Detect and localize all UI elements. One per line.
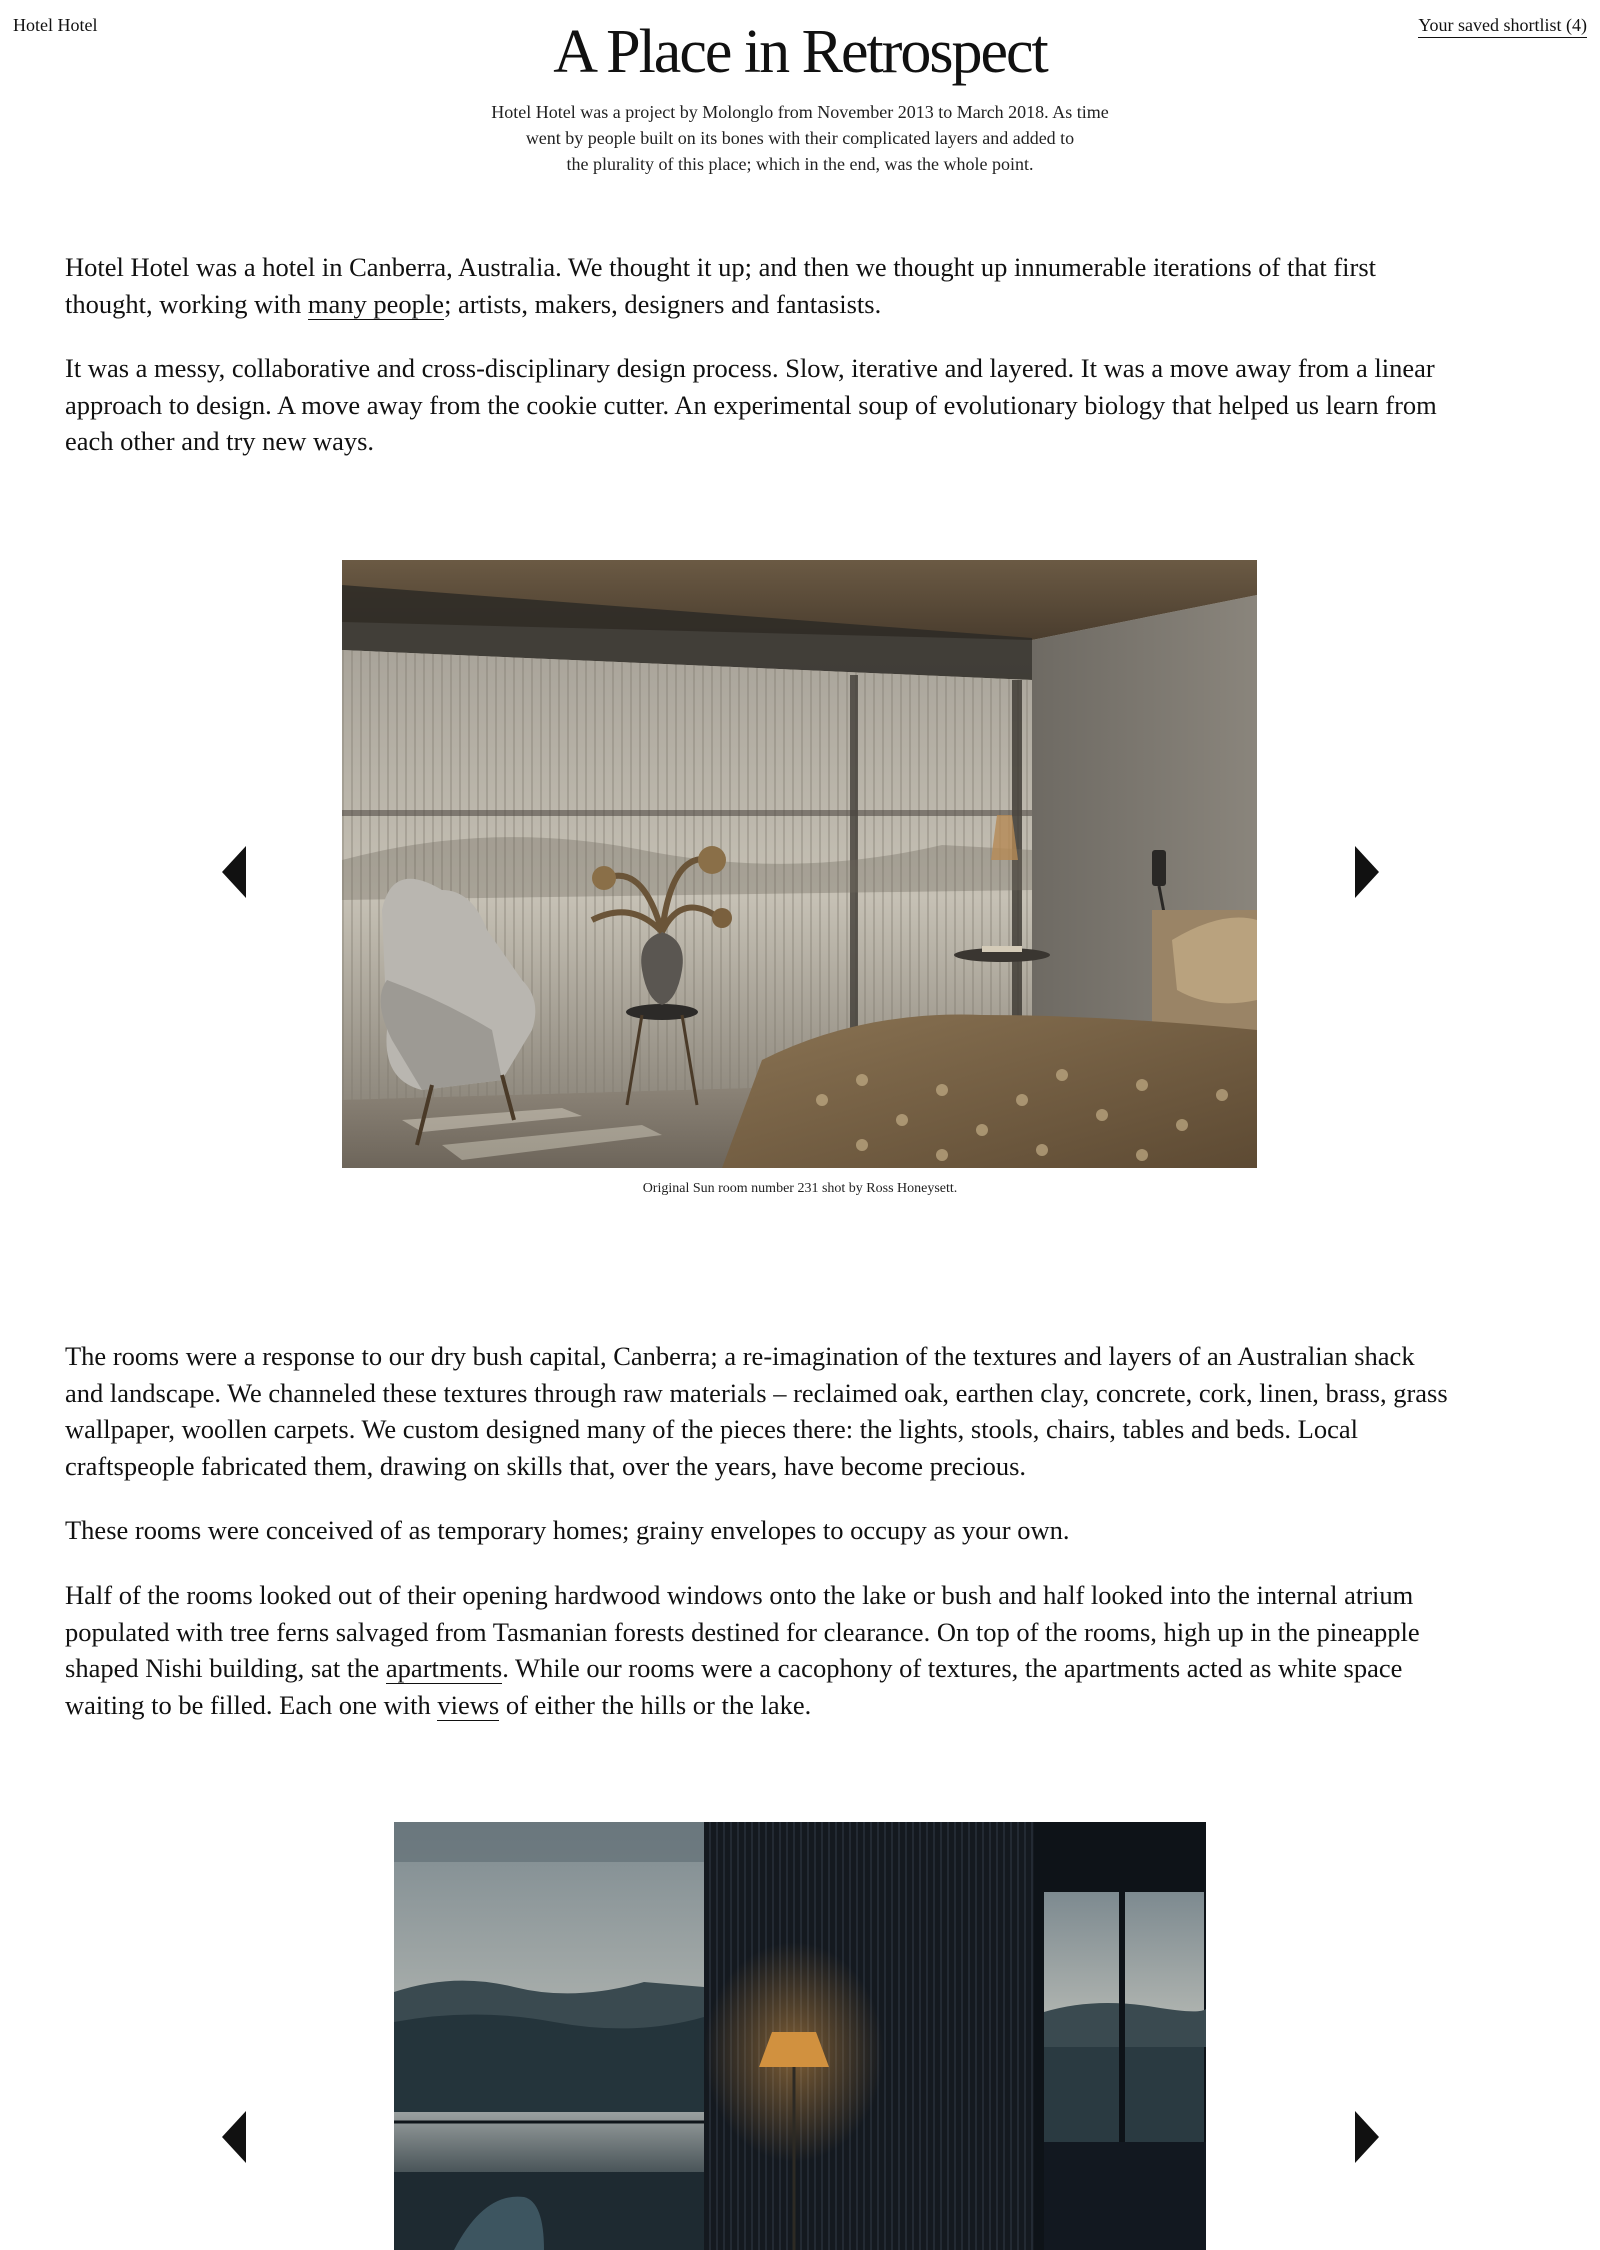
text-fragment: of either the hills or the lake. xyxy=(499,1689,812,1720)
text-fragment: thought, working with xyxy=(65,288,308,319)
paragraph-process: It was a messy, collaborative and cross-… xyxy=(65,350,1545,460)
gallery2-next-button[interactable] xyxy=(1355,2111,1379,2163)
text-line: Half of the rooms looked out of their op… xyxy=(65,1580,1414,1610)
intro-line: went by people built on its bones with t… xyxy=(525,128,1075,148)
triangle-right-icon xyxy=(1355,2111,1379,2163)
triangle-left-icon xyxy=(222,2111,246,2163)
triangle-left-icon xyxy=(222,846,246,898)
text-line: wallpaper, woollen carpets. We custom de… xyxy=(65,1414,1358,1444)
text-line: approach to design. A move away from the… xyxy=(65,389,1437,420)
photo-caption: Original Sun room number 231 shot by Ros… xyxy=(642,1181,958,1196)
gallery2-prev-button[interactable] xyxy=(222,2111,246,2163)
sun-room-illustration xyxy=(342,560,1257,1168)
text-line: thought, working with many people; artis… xyxy=(65,286,1545,323)
text-fragment: shaped Nishi building, sat the xyxy=(65,1653,386,1683)
text-line: and landscape. We channeled these textur… xyxy=(65,1377,1448,1408)
text-line: The rooms were a response to our dry bus… xyxy=(65,1341,1415,1371)
page-title: A Place in Retrospect xyxy=(553,18,1048,86)
text-line: Hotel Hotel was a hotel in Canberra, Aus… xyxy=(65,252,1377,282)
intro-line: the plurality of this place; which in th… xyxy=(566,154,1034,174)
text-line: each other and try new ways. xyxy=(65,426,375,456)
intro-text: Hotel Hotel was a project by Molonglo fr… xyxy=(430,99,1170,177)
gallery1-next-button[interactable] xyxy=(1355,846,1379,898)
text-line: populated with tree ferns salvaged from … xyxy=(65,1616,1420,1647)
text-line: It was a messy, collaborative and cross-… xyxy=(65,353,1435,383)
text-fragment: . While our rooms were a cacophony of te… xyxy=(502,1653,1403,1683)
paragraph-temporary-homes: These rooms were conceived of as tempora… xyxy=(65,1512,1545,1549)
paragraph-rooms: The rooms were a response to our dry bus… xyxy=(65,1338,1545,1484)
paragraph-apartments: Half of the rooms looked out of their op… xyxy=(65,1577,1545,1723)
gallery1-prev-button[interactable] xyxy=(222,846,246,898)
triangle-right-icon xyxy=(1355,846,1379,898)
apartment-view-photo xyxy=(394,1822,1206,2250)
many-people-link[interactable]: many people xyxy=(307,288,445,320)
text-line: waiting to be filled. Each one with view… xyxy=(65,1687,1545,1724)
sun-room-photo xyxy=(342,560,1257,1168)
intro-line: Hotel Hotel was a project by Molonglo fr… xyxy=(491,102,1109,122)
text-line: shaped Nishi building, sat the apartment… xyxy=(65,1650,1545,1687)
apartment-view-illustration xyxy=(394,1822,1206,2250)
text-fragment: ; artists, makers, designers and fantasi… xyxy=(444,288,882,319)
paragraph-intro: Hotel Hotel was a hotel in Canberra, Aus… xyxy=(65,249,1545,322)
apartments-link[interactable]: apartments xyxy=(385,1653,503,1684)
text-line: These rooms were conceived of as tempora… xyxy=(65,1515,1070,1545)
views-link[interactable]: views xyxy=(437,1689,500,1721)
text-fragment: waiting to be filled. Each one with xyxy=(65,1689,438,1720)
text-line: craftspeople fabricated them, drawing on… xyxy=(65,1450,1027,1481)
